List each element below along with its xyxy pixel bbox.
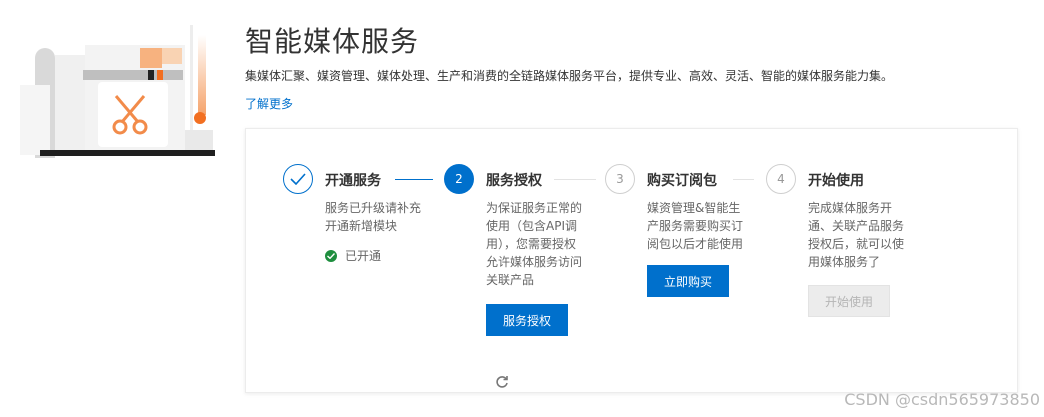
step-4-description: 完成媒体服务开 通、关联产品服务 授权后，就可以使 用媒体服务了 bbox=[808, 201, 905, 269]
status-text: 已开通 bbox=[345, 249, 382, 263]
step-2-description: 为保证服务正常的 使用（包含API调 用），您需要授权 允许媒体服务访问 关联产… bbox=[486, 201, 583, 287]
step-2-connector bbox=[554, 179, 596, 180]
check-icon bbox=[290, 173, 306, 185]
status-activated: 已开通 bbox=[325, 247, 381, 264]
step-3-circle: 3 bbox=[605, 164, 635, 194]
authorize-service-button[interactable]: 服务授权 bbox=[486, 304, 568, 336]
service-illustration bbox=[0, 0, 230, 200]
step-2-number: 2 bbox=[455, 172, 463, 186]
setup-steps-card: 开通服务 服务已升级请补充 开通新增模块 已开通 2 服务授权 为保证服务正常的… bbox=[245, 128, 1018, 393]
step-3-title: 购买订阅包 bbox=[647, 173, 717, 189]
step-2-circle: 2 bbox=[444, 164, 474, 194]
step-1-circle bbox=[283, 164, 313, 194]
step-3-connector bbox=[733, 179, 754, 180]
step-4-circle: 4 bbox=[766, 164, 796, 194]
watermark: CSDN @csdn565973850 bbox=[844, 390, 1040, 409]
step-4-number: 4 bbox=[777, 172, 785, 186]
step-1-title: 开通服务 bbox=[325, 173, 381, 189]
step-1-connector bbox=[395, 179, 433, 180]
step-3-description: 媒资管理&智能生 产服务需要购买订 阅包以后才能使用 bbox=[647, 201, 744, 251]
learn-more-link[interactable]: 了解更多 bbox=[245, 95, 293, 112]
start-using-button: 开始使用 bbox=[808, 285, 890, 317]
page-title: 智能媒体服务 bbox=[245, 25, 420, 58]
check-circle-icon bbox=[325, 249, 337, 262]
step-3-number: 3 bbox=[616, 172, 624, 186]
refresh-icon[interactable] bbox=[494, 374, 510, 390]
buy-now-button[interactable]: 立即购买 bbox=[647, 265, 729, 297]
scissors-icon bbox=[108, 94, 152, 140]
page-description: 集媒体汇聚、媒资管理、媒体处理、生产和消费的全链路媒体服务平台，提供专业、高效、… bbox=[245, 69, 894, 83]
step-1-description: 服务已升级请补充 开通新增模块 bbox=[325, 201, 422, 233]
step-2-title: 服务授权 bbox=[486, 173, 542, 189]
step-4-title: 开始使用 bbox=[808, 173, 864, 189]
